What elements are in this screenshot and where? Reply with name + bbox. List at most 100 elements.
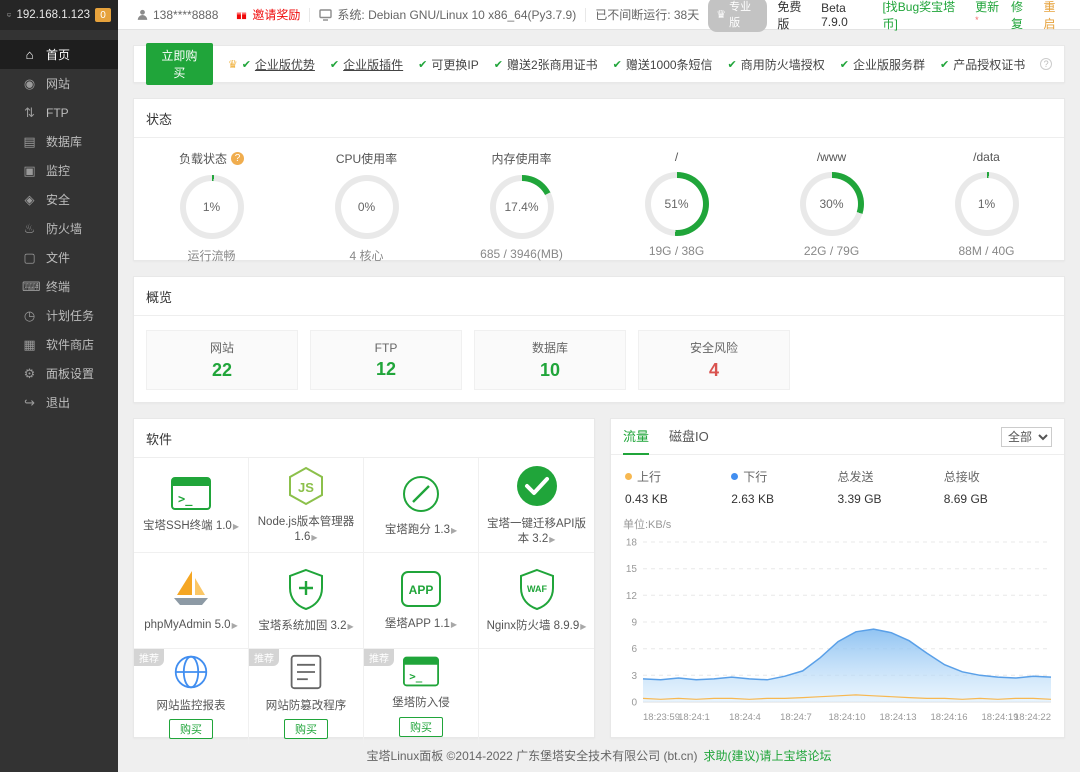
svg-text:18:24:4: 18:24:4 [729, 712, 761, 723]
uptime-info: 已不间断运行: 38天 [595, 8, 700, 22]
sidebar-header: 192.168.1.123 0 [0, 0, 118, 30]
sidebar-item-terminal[interactable]: ⌨ 终端 [0, 272, 118, 301]
promo-item-sms-gift[interactable]: ✔ 赠送1000条短信 [613, 56, 713, 73]
buy-button-site-report[interactable]: 购买 [169, 719, 213, 740]
message-count-badge[interactable]: 0 [95, 8, 111, 22]
traffic-header: 流量 磁盘IO 全部 [611, 419, 1064, 455]
help-icon[interactable]: ? [231, 152, 244, 165]
promo-item-ent-plugins[interactable]: ✔ 企业版插件 [330, 56, 403, 73]
gauge-title-label: /data [973, 150, 1000, 164]
buy-button-intrusion-defense[interactable]: 购买 [399, 716, 443, 737]
overview-box-database[interactable]: 数据库 10 [474, 330, 626, 390]
gauge-disk-data: /data 1% 88M / 40G [909, 150, 1064, 264]
sidebar-item-firewall[interactable]: ♨ 防火墙 [0, 214, 118, 243]
chevron-right-icon: ▶ [451, 525, 458, 535]
app-tamper-proof[interactable]: 推荐 网站防篡改程序 购买 [249, 648, 364, 745]
software-grid: >_ 宝塔SSH终端 1.0▶ JS Node.js版本管理器 1.6▶ 宝塔跑分 1.… [134, 458, 594, 745]
promo-item-cert-gift[interactable]: ✔ 赠送2张商用证书 [494, 56, 598, 73]
traffic-filter-select[interactable]: 全部 [1001, 426, 1052, 447]
account-phone[interactable]: 138****8888 [128, 8, 227, 22]
promo-item-waf-license[interactable]: ✔ 商用防火墙授权 [728, 56, 825, 73]
pro-version-badge[interactable]: ♛ 专业版 [708, 0, 768, 32]
svg-text:JS: JS [298, 480, 314, 495]
legend-total-sent: 总发送 3.39 GB [838, 468, 944, 506]
overview-box-sites[interactable]: 网站 22 [146, 330, 298, 390]
gauge-ring: 1% [179, 175, 244, 239]
app-benchmark[interactable]: 宝塔跑分 1.3▶ [364, 458, 479, 554]
promo-item-label: 产品授权证书 [953, 57, 1026, 72]
restart-button[interactable]: 重启 [1043, 0, 1066, 32]
gauge-sub: 运行流畅 [187, 249, 236, 263]
repair-button[interactable]: 修复 [1011, 0, 1034, 32]
app-nodejs-manager[interactable]: JS Node.js版本管理器 1.6▶ [249, 458, 364, 554]
sidebar-item-label: 数据库 [46, 135, 83, 149]
sidebar-item-sites[interactable]: ◉ 网站 [0, 69, 118, 98]
tab-traffic[interactable]: 流量 [623, 419, 650, 455]
invite-reward-link[interactable]: 邀请奖励 [227, 6, 309, 23]
buy-button-tamper-proof[interactable]: 购买 [284, 719, 328, 740]
harden-icon [287, 568, 325, 613]
gauge-ring: 0% [334, 175, 399, 239]
promo-item-ent-advantage[interactable]: ♛ ✔ 企业版优势 [228, 56, 315, 73]
check-icon: ✔ [418, 58, 428, 71]
promo-item-ent-group[interactable]: ✔ 企业版服务群 [840, 56, 925, 73]
app-bt-app[interactable]: APP 堡塔APP 1.1▶ [364, 553, 479, 649]
app-name: Node.js版本管理器 1.6▶ [257, 516, 355, 543]
svg-text:15: 15 [626, 564, 638, 575]
software-panel: 软件 >_ 宝塔SSH终端 1.0▶ JS Node.js版本管理器 1.6▶ 宝塔跑分… [133, 418, 595, 745]
home-icon: ⌂ [25, 47, 34, 62]
svg-text:>_: >_ [178, 492, 193, 507]
svg-text:18:24:22: 18:24:22 [1014, 712, 1051, 723]
app-phpmyadmin[interactable]: phpMyAdmin 5.0▶ [134, 553, 249, 649]
overview-box-ftp[interactable]: FTP 12 [310, 330, 462, 390]
app-ssh-terminal[interactable]: >_ 宝塔SSH终端 1.0▶ [134, 458, 249, 554]
app-migrate-api[interactable]: 宝塔一键迁移API版本 3.2▶ [479, 458, 594, 554]
app-name: 宝塔跑分 1.3▶ [384, 523, 458, 536]
content: 立即购买 ♛ ✔ 企业版优势 ✔ 企业版插件 ✔ 可更换IP ✔ 赠送2张商用证书 ✔ 赠送1000… [118, 30, 1080, 772]
gauge-value: 1% [185, 181, 238, 233]
chevron-right-icon: ▶ [549, 534, 556, 544]
chevron-right-icon: ▶ [580, 621, 587, 631]
sidebar-item-appstore[interactable]: ▦ 软件商店 [0, 330, 118, 359]
crown-icon: ♛ [716, 8, 727, 21]
app-cell-empty [479, 649, 594, 744]
update-button[interactable]: 更新* [975, 0, 1001, 31]
overview-box-risks[interactable]: 安全风险 4 [638, 330, 790, 390]
sidebar-item-monitor[interactable]: ▣ 监控 [0, 156, 118, 185]
chevron-right-icon: ▶ [450, 619, 458, 629]
gauge-title-label: 负载状态 [178, 152, 227, 166]
buy-now-button[interactable]: 立即购买 [146, 43, 213, 85]
tab-disk-io[interactable]: 磁盘IO [669, 419, 709, 455]
app-nginx-waf[interactable]: WAF Nginx防火墙 8.9.9▶ [479, 553, 594, 649]
gauge-title: 负载状态? [179, 150, 244, 167]
sidebar-item-cron[interactable]: ◷ 计划任务 [0, 301, 118, 330]
sidebar-item-ftp[interactable]: ⇅ FTP [0, 98, 118, 127]
app-system-harden[interactable]: 宝塔系统加固 3.2▶ [249, 553, 364, 649]
intrusion-icon: >_ [403, 656, 439, 690]
sidebar-item-logout[interactable]: ↪ 退出 [0, 388, 118, 417]
sidebar-item-home[interactable]: ⌂ 首页 [0, 40, 118, 69]
legend-down: 下行 2.63 KB [731, 468, 837, 506]
sidebar-item-settings[interactable]: ⚙ 面板设置 [0, 359, 118, 388]
gauge-ring: 51% [644, 172, 709, 236]
sidebar-item-files[interactable]: ▢ 文件 [0, 243, 118, 272]
overview-box-label: 网站 [209, 341, 234, 355]
footer-forum-link[interactable]: 求助(建议)请上宝塔论坛 [703, 747, 831, 764]
promo-item-label: 企业版优势 [254, 57, 315, 72]
app-name: 宝塔一键迁移API版本 3.2▶ [486, 518, 587, 545]
benchmark-icon [401, 474, 441, 517]
gauge-title-label: 内存使用率 [491, 152, 552, 166]
app-site-report[interactable]: 推荐 网站监控报表 购买 [134, 648, 249, 745]
gauge-value: 51% [650, 178, 703, 230]
app-name: 堡塔APP 1.1▶ [384, 617, 458, 630]
app-root: 192.168.1.123 0 ⌂ 首页 ◉ 网站 ⇅ FTP ▤ 数据库 ▣ 监控 ◈ 安全 ♨ 防火墙… [0, 0, 1080, 772]
promo-item-change-ip[interactable]: ✔ 可更换IP [418, 56, 479, 73]
sidebar-item-security[interactable]: ◈ 安全 [0, 185, 118, 214]
promo-items: ♛ ✔ 企业版优势 ✔ 企业版插件 ✔ 可更换IP ✔ 赠送2张商用证书 ✔ 赠送1000条短信 ✔ 商… [228, 56, 1025, 73]
promo-indicator-icon[interactable]: ? [1040, 58, 1052, 70]
promo-item-product-cert[interactable]: ✔ 产品授权证书 [940, 56, 1025, 73]
check-icon: ✔ [329, 58, 340, 71]
app-intrusion-defense[interactable]: 推荐 >_ 堡塔防入侵 购买 [364, 648, 479, 745]
bug-bounty-link[interactable]: [找Bug奖宝塔币] [882, 0, 965, 32]
sidebar-item-database[interactable]: ▤ 数据库 [0, 127, 118, 156]
